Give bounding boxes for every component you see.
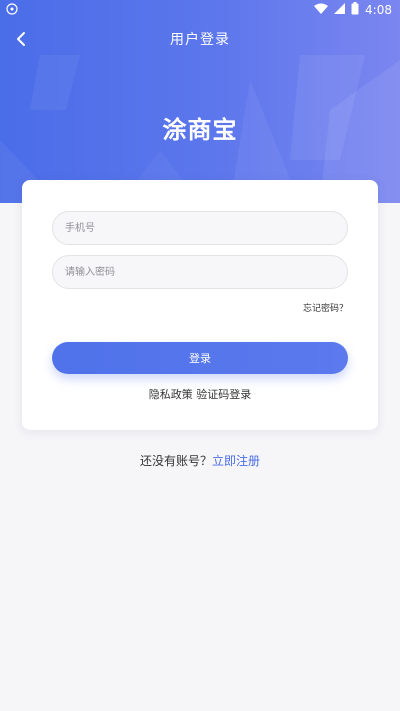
signal-icon: [334, 3, 346, 17]
password-input[interactable]: [53, 256, 347, 288]
register-link[interactable]: 立即注册: [212, 454, 260, 468]
phone-field[interactable]: [52, 211, 348, 245]
register-prompt: 还没有账号？: [139, 454, 212, 468]
login-button[interactable]: 登录: [52, 342, 348, 374]
register-row: 还没有账号？立即注册: [0, 452, 400, 469]
brand-logo-text: 涂商宝: [162, 116, 238, 144]
login-screen: 4:08 用户登录 涂商宝 忘记密码？ 登录 隐私政策 验证码登录 还没有账号？…: [0, 0, 400, 711]
battery-icon: [351, 2, 359, 18]
status-time: 4:08: [365, 3, 392, 17]
sms-login-link[interactable]: 验证码登录: [196, 388, 251, 401]
app-bar: 用户登录: [0, 20, 400, 56]
privacy-policy-link[interactable]: 隐私政策: [149, 388, 193, 401]
status-bar: 4:08: [0, 0, 400, 20]
wifi-icon: [314, 3, 329, 17]
login-card: 忘记密码？ 登录 隐私政策 验证码登录: [22, 180, 378, 430]
app-notification-icon: [6, 3, 18, 18]
password-field[interactable]: [52, 255, 348, 289]
phone-input[interactable]: [53, 212, 347, 244]
secondary-links: 隐私政策 验证码登录: [22, 386, 378, 402]
forgot-password-link[interactable]: 忘记密码？: [303, 301, 348, 314]
header-banner: 4:08 用户登录 涂商宝: [0, 0, 400, 203]
page-title: 用户登录: [170, 32, 230, 48]
